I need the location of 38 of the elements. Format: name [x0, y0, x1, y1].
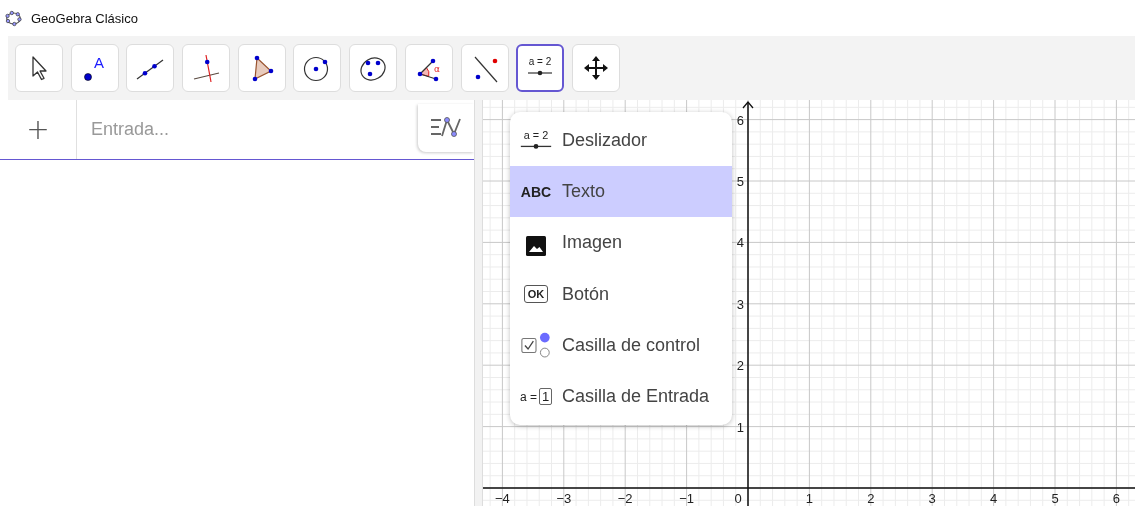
checkbox-radio-icon — [521, 331, 551, 359]
tool-button[interactable] — [571, 44, 620, 92]
axis-label: 3 — [928, 491, 936, 506]
image-icon — [526, 235, 546, 256]
menu-item[interactable]: a = 2 Deslizador — [510, 115, 732, 167]
tool-button[interactable] — [349, 44, 398, 92]
menu-item[interactable]: Imagen — [510, 217, 732, 269]
axis-label: 2 — [736, 358, 744, 374]
axis-label: −4 — [495, 491, 510, 506]
tool-button[interactable] — [237, 44, 286, 92]
text-tool-icon: ABC — [520, 183, 552, 200]
axis-label: 4 — [736, 235, 744, 251]
menu-item[interactable]: OK Botón — [510, 268, 732, 320]
axis-label: 1 — [736, 419, 744, 435]
axis-label: 0 — [734, 491, 742, 506]
tool-button[interactable] — [126, 44, 175, 92]
tool-button[interactable]: α — [404, 44, 453, 92]
button-tool-icon: OK — [523, 285, 549, 304]
axis-label: 4 — [990, 491, 998, 506]
style-bar-toggle[interactable] — [418, 104, 474, 152]
tool-button[interactable]: A — [70, 44, 119, 92]
axis-label: 5 — [1051, 491, 1059, 506]
axis-label: −1 — [679, 491, 694, 506]
axis-label: 5 — [736, 174, 744, 189]
axis-label: 2 — [867, 491, 875, 506]
tool-button[interactable] — [293, 44, 342, 92]
app-logo-icon — [5, 9, 22, 27]
axis-label: 1 — [805, 491, 813, 506]
axis-label: −3 — [556, 491, 572, 506]
menu-item[interactable]: Casilla de control — [510, 319, 732, 371]
menu-item[interactable]: ABC Texto — [510, 166, 732, 218]
axis-label: 6 — [1112, 491, 1120, 506]
axis-label: 6 — [736, 112, 744, 128]
menu-item[interactable]: a = 1 Casilla de Entrada — [510, 370, 732, 423]
axis-label: −2 — [617, 491, 633, 506]
axis-label: 3 — [736, 296, 744, 312]
window-title: GeoGebra Clásico — [31, 10, 138, 26]
tool-button[interactable]: a = 2 — [516, 44, 565, 92]
